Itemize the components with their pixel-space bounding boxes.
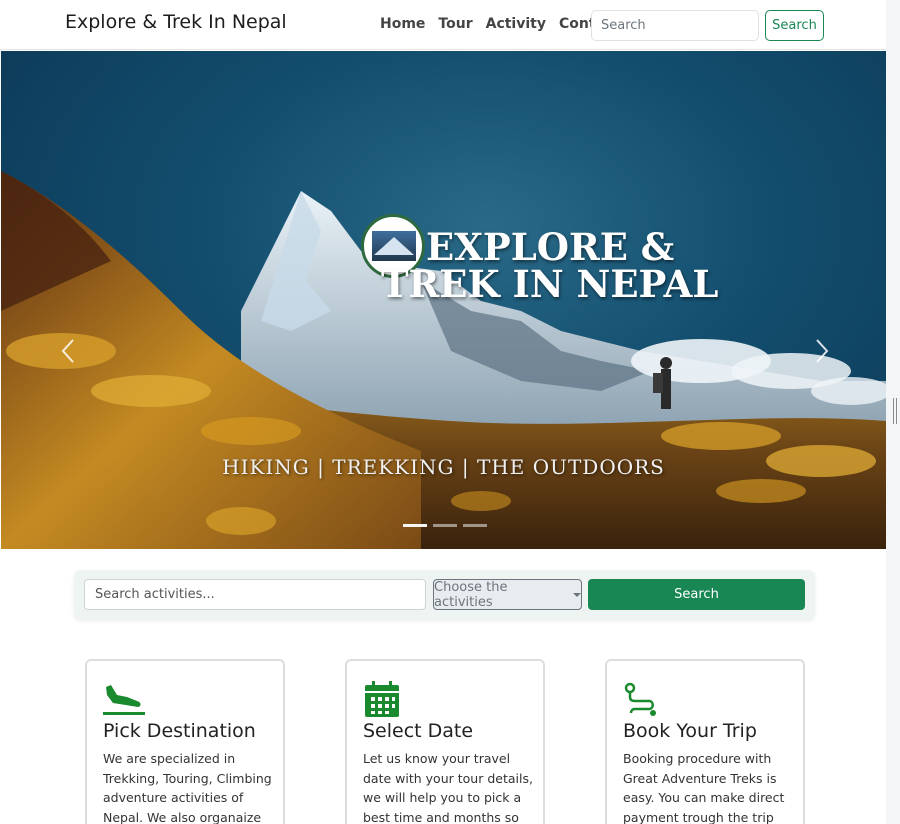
card-text: Booking procedure with Great Adventure T…: [623, 751, 785, 824]
brand-title[interactable]: Explore & Trek In Nepal: [65, 11, 287, 33]
nav-search-input[interactable]: [591, 10, 759, 41]
card-title: Pick Destination: [103, 720, 256, 742]
card-title: Select Date: [363, 720, 474, 742]
feature-card-destination: Pick Destination We are specialized in T…: [85, 659, 285, 824]
plane-landing-icon: [103, 685, 145, 715]
activity-dropdown-label: Choose the activities: [434, 579, 508, 610]
caret-down-icon: [573, 592, 581, 597]
route-icon: [624, 682, 656, 716]
carousel-indicator-1[interactable]: [403, 524, 427, 527]
hero-caption: HIKING | TREKKING | THE OUTDOORS: [222, 455, 665, 479]
carousel-indicators: [403, 524, 487, 527]
chevron-left-icon: [61, 339, 74, 363]
nav-link-activity[interactable]: Activity: [486, 16, 546, 32]
nav-links: Home Tour Activity Contact: [380, 16, 620, 32]
calendar-icon: [365, 681, 399, 717]
hero-title: EXPLORE & TREK IN NEPAL: [381, 229, 721, 303]
activity-dropdown[interactable]: Choose the activities: [433, 579, 582, 610]
hero-title-line-2: TREK IN NEPAL: [381, 262, 719, 306]
nav-link-home[interactable]: Home: [380, 16, 425, 32]
chevron-right-icon: [816, 339, 829, 363]
carousel-indicator-3[interactable]: [463, 524, 487, 527]
card-text: Let us know your travel date with your t…: [363, 751, 533, 824]
feature-card-booking: Book Your Trip Booking procedure with Gr…: [605, 659, 805, 824]
nav-link-tour[interactable]: Tour: [438, 16, 472, 32]
hero-carousel: EXPLORE & TREK IN NEPAL HIKING | TREKKIN…: [1, 51, 886, 549]
navbar: Explore & Trek In Nepal Home Tour Activi…: [0, 0, 886, 50]
card-title: Book Your Trip: [623, 720, 757, 742]
carousel-next-button[interactable]: [809, 334, 833, 368]
feature-card-date: Select Date Let us know your travel date…: [345, 659, 545, 824]
nav-search-button[interactable]: Search: [765, 10, 824, 41]
resize-grip[interactable]: [893, 398, 897, 424]
activity-search-button[interactable]: Search: [588, 579, 805, 610]
carousel-prev-button[interactable]: [57, 334, 81, 368]
activity-search-input[interactable]: [84, 579, 426, 610]
hero-title-line-1: EXPLORE &: [426, 225, 675, 269]
card-text: We are specialized in Trekking, Touring,…: [103, 751, 272, 824]
carousel-indicator-2[interactable]: [433, 524, 457, 527]
